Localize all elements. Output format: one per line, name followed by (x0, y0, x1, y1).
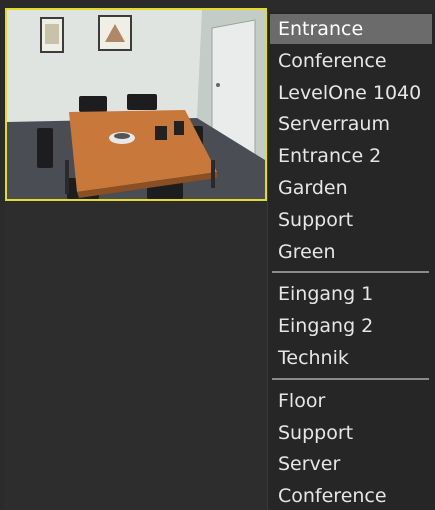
camera-viewer-window: Entrance Conference LevelOne 1040 Serverrau… (0, 0, 435, 510)
camera-menu-item[interactable]: Entrance (270, 14, 432, 44)
camera-menu-item[interactable]: Support (270, 418, 432, 448)
camera-video-tile[interactable] (5, 8, 267, 201)
camera-menu-item[interactable]: LevelOne 1040 (270, 78, 432, 108)
camera-menu-item[interactable]: Floor (270, 386, 432, 416)
camera-video-frame (7, 10, 265, 199)
menu-separator (272, 377, 429, 380)
camera-menu-item[interactable]: Serverraum (270, 109, 432, 139)
camera-menu-item[interactable]: Green (270, 237, 432, 267)
camera-menu-item[interactable]: Technik (270, 343, 432, 373)
camera-menu-item[interactable]: Server (270, 449, 432, 479)
camera-menu-item[interactable]: Eingang 1 (270, 279, 432, 309)
camera-menu-item[interactable]: Entrance 2 (270, 141, 432, 171)
camera-menu-item[interactable]: Support (270, 205, 432, 235)
camera-menu-item[interactable]: Conference (270, 46, 432, 76)
menu-separator (272, 271, 429, 274)
camera-list-menu: Entrance Conference LevelOne 1040 Serverrau… (267, 12, 435, 510)
empty-camera-grid[interactable] (5, 203, 267, 510)
camera-menu-item[interactable]: Garden (270, 173, 432, 203)
camera-menu-item[interactable]: Eingang 2 (270, 311, 432, 341)
camera-menu-item[interactable]: Conference (270, 481, 432, 510)
